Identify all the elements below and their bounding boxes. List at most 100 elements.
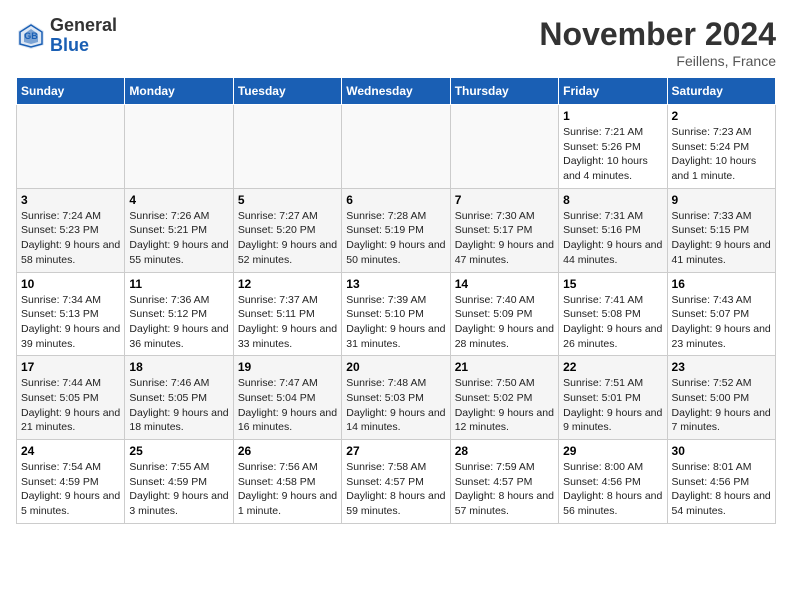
day-info: Sunrise: 8:01 AMSunset: 4:56 PMDaylight:… xyxy=(672,460,771,519)
weekday-header: Tuesday xyxy=(233,78,341,105)
day-info: Sunrise: 7:41 AMSunset: 5:08 PMDaylight:… xyxy=(563,293,662,352)
day-number: 17 xyxy=(21,360,120,374)
calendar-cell: 7 Sunrise: 7:30 AMSunset: 5:17 PMDaylight… xyxy=(450,188,558,272)
day-info: Sunrise: 7:55 AMSunset: 4:59 PMDaylight:… xyxy=(129,460,228,519)
calendar-week-row: 1 Sunrise: 7:21 AMSunset: 5:26 PMDaylight… xyxy=(17,105,776,189)
day-info: Sunrise: 7:52 AMSunset: 5:00 PMDaylight:… xyxy=(672,376,771,435)
calendar-cell: 29 Sunrise: 8:00 AMSunset: 4:56 PMDayligh… xyxy=(559,440,667,524)
calendar-cell: 25 Sunrise: 7:55 AMSunset: 4:59 PMDayligh… xyxy=(125,440,233,524)
day-number: 6 xyxy=(346,193,445,207)
calendar-cell: 2Sunrise: 7:23 AMSunset: 5:24 PMDaylight… xyxy=(667,105,775,189)
day-info: Sunrise: 7:34 AMSunset: 5:13 PMDaylight:… xyxy=(21,293,120,352)
calendar-cell: 16 Sunrise: 7:43 AMSunset: 5:07 PMDayligh… xyxy=(667,272,775,356)
day-info: Sunrise: 7:21 AMSunset: 5:26 PMDaylight:… xyxy=(563,125,662,184)
day-number: 28 xyxy=(455,444,554,458)
day-info: Sunrise: 7:46 AMSunset: 5:05 PMDaylight:… xyxy=(129,376,228,435)
day-number: 2 xyxy=(672,109,771,123)
calendar-cell: 4 Sunrise: 7:26 AMSunset: 5:21 PMDaylight… xyxy=(125,188,233,272)
calendar-cell: 22Sunrise: 7:51 AMSunset: 5:01 PMDayligh… xyxy=(559,356,667,440)
calendar-cell: 20Sunrise: 7:48 AMSunset: 5:03 PMDayligh… xyxy=(342,356,450,440)
day-number: 29 xyxy=(563,444,662,458)
calendar-cell: 8 Sunrise: 7:31 AMSunset: 5:16 PMDaylight… xyxy=(559,188,667,272)
day-number: 7 xyxy=(455,193,554,207)
weekday-header: Friday xyxy=(559,78,667,105)
day-info: Sunrise: 7:26 AMSunset: 5:21 PMDaylight:… xyxy=(129,209,228,268)
calendar-week-row: 24 Sunrise: 7:54 AMSunset: 4:59 PMDayligh… xyxy=(17,440,776,524)
calendar-cell: 5Sunrise: 7:27 AMSunset: 5:20 PMDaylight… xyxy=(233,188,341,272)
day-number: 24 xyxy=(21,444,120,458)
calendar-cell: 24 Sunrise: 7:54 AMSunset: 4:59 PMDayligh… xyxy=(17,440,125,524)
calendar-cell: 13 Sunrise: 7:39 AMSunset: 5:10 PMDayligh… xyxy=(342,272,450,356)
calendar-cell: 14 Sunrise: 7:40 AMSunset: 5:09 PMDayligh… xyxy=(450,272,558,356)
day-number: 12 xyxy=(238,277,337,291)
calendar-week-row: 10Sunrise: 7:34 AMSunset: 5:13 PMDayligh… xyxy=(17,272,776,356)
day-number: 11 xyxy=(129,277,228,291)
day-number: 8 xyxy=(563,193,662,207)
logo-blue: Blue xyxy=(50,35,89,55)
svg-text:GB: GB xyxy=(24,31,38,41)
calendar-cell xyxy=(450,105,558,189)
day-info: Sunrise: 7:40 AMSunset: 5:09 PMDaylight:… xyxy=(455,293,554,352)
weekday-header: Saturday xyxy=(667,78,775,105)
day-number: 19 xyxy=(238,360,337,374)
day-number: 25 xyxy=(129,444,228,458)
day-number: 1 xyxy=(563,109,662,123)
calendar-cell: 28 Sunrise: 7:59 AMSunset: 4:57 PMDayligh… xyxy=(450,440,558,524)
calendar-cell: 19 Sunrise: 7:47 AMSunset: 5:04 PMDayligh… xyxy=(233,356,341,440)
day-info: Sunrise: 7:30 AMSunset: 5:17 PMDaylight:… xyxy=(455,209,554,268)
logo-icon: GB xyxy=(16,21,46,51)
day-number: 13 xyxy=(346,277,445,291)
calendar-cell: 18Sunrise: 7:46 AMSunset: 5:05 PMDayligh… xyxy=(125,356,233,440)
day-number: 21 xyxy=(455,360,554,374)
calendar-cell: 17Sunrise: 7:44 AMSunset: 5:05 PMDayligh… xyxy=(17,356,125,440)
calendar-cell: 23 Sunrise: 7:52 AMSunset: 5:00 PMDayligh… xyxy=(667,356,775,440)
month-title: November 2024 xyxy=(539,16,776,53)
weekday-header: Sunday xyxy=(17,78,125,105)
calendar-cell: 6 Sunrise: 7:28 AMSunset: 5:19 PMDaylight… xyxy=(342,188,450,272)
day-number: 4 xyxy=(129,193,228,207)
day-number: 14 xyxy=(455,277,554,291)
location: Feillens, France xyxy=(539,53,776,69)
calendar-cell: 15 Sunrise: 7:41 AMSunset: 5:08 PMDayligh… xyxy=(559,272,667,356)
day-number: 3 xyxy=(21,193,120,207)
day-number: 23 xyxy=(672,360,771,374)
weekday-header: Wednesday xyxy=(342,78,450,105)
weekday-header: Thursday xyxy=(450,78,558,105)
calendar-cell xyxy=(125,105,233,189)
day-number: 20 xyxy=(346,360,445,374)
day-number: 9 xyxy=(672,193,771,207)
day-info: Sunrise: 7:43 AMSunset: 5:07 PMDaylight:… xyxy=(672,293,771,352)
page-header: GB General Blue November 2024 Feillens, … xyxy=(16,16,776,69)
calendar-week-row: 3 Sunrise: 7:24 AMSunset: 5:23 PMDaylight… xyxy=(17,188,776,272)
day-info: Sunrise: 7:36 AMSunset: 5:12 PMDaylight:… xyxy=(129,293,228,352)
day-info: Sunrise: 7:58 AMSunset: 4:57 PMDaylight:… xyxy=(346,460,445,519)
day-number: 5 xyxy=(238,193,337,207)
calendar-table: SundayMondayTuesdayWednesdayThursdayFrid… xyxy=(16,77,776,524)
title-block: November 2024 Feillens, France xyxy=(539,16,776,69)
calendar-cell: 11 Sunrise: 7:36 AMSunset: 5:12 PMDayligh… xyxy=(125,272,233,356)
day-info: Sunrise: 7:54 AMSunset: 4:59 PMDaylight:… xyxy=(21,460,120,519)
logo: GB General Blue xyxy=(16,16,117,56)
logo-general: General xyxy=(50,15,117,35)
day-number: 16 xyxy=(672,277,771,291)
day-info: Sunrise: 7:39 AMSunset: 5:10 PMDaylight:… xyxy=(346,293,445,352)
weekday-header: Monday xyxy=(125,78,233,105)
day-info: Sunrise: 7:47 AMSunset: 5:04 PMDaylight:… xyxy=(238,376,337,435)
day-info: Sunrise: 7:50 AMSunset: 5:02 PMDaylight:… xyxy=(455,376,554,435)
day-info: Sunrise: 8:00 AMSunset: 4:56 PMDaylight:… xyxy=(563,460,662,519)
day-info: Sunrise: 7:59 AMSunset: 4:57 PMDaylight:… xyxy=(455,460,554,519)
day-number: 27 xyxy=(346,444,445,458)
calendar-cell: 27 Sunrise: 7:58 AMSunset: 4:57 PMDayligh… xyxy=(342,440,450,524)
day-number: 15 xyxy=(563,277,662,291)
calendar-week-row: 17Sunrise: 7:44 AMSunset: 5:05 PMDayligh… xyxy=(17,356,776,440)
calendar-cell: 10Sunrise: 7:34 AMSunset: 5:13 PMDayligh… xyxy=(17,272,125,356)
day-info: Sunrise: 7:24 AMSunset: 5:23 PMDaylight:… xyxy=(21,209,120,268)
day-info: Sunrise: 7:37 AMSunset: 5:11 PMDaylight:… xyxy=(238,293,337,352)
header-row: SundayMondayTuesdayWednesdayThursdayFrid… xyxy=(17,78,776,105)
day-info: Sunrise: 7:28 AMSunset: 5:19 PMDaylight:… xyxy=(346,209,445,268)
calendar-cell: 12 Sunrise: 7:37 AMSunset: 5:11 PMDayligh… xyxy=(233,272,341,356)
day-info: Sunrise: 7:31 AMSunset: 5:16 PMDaylight:… xyxy=(563,209,662,268)
calendar-cell: 30Sunrise: 8:01 AMSunset: 4:56 PMDayligh… xyxy=(667,440,775,524)
day-info: Sunrise: 7:33 AMSunset: 5:15 PMDaylight:… xyxy=(672,209,771,268)
calendar-cell: 3 Sunrise: 7:24 AMSunset: 5:23 PMDaylight… xyxy=(17,188,125,272)
